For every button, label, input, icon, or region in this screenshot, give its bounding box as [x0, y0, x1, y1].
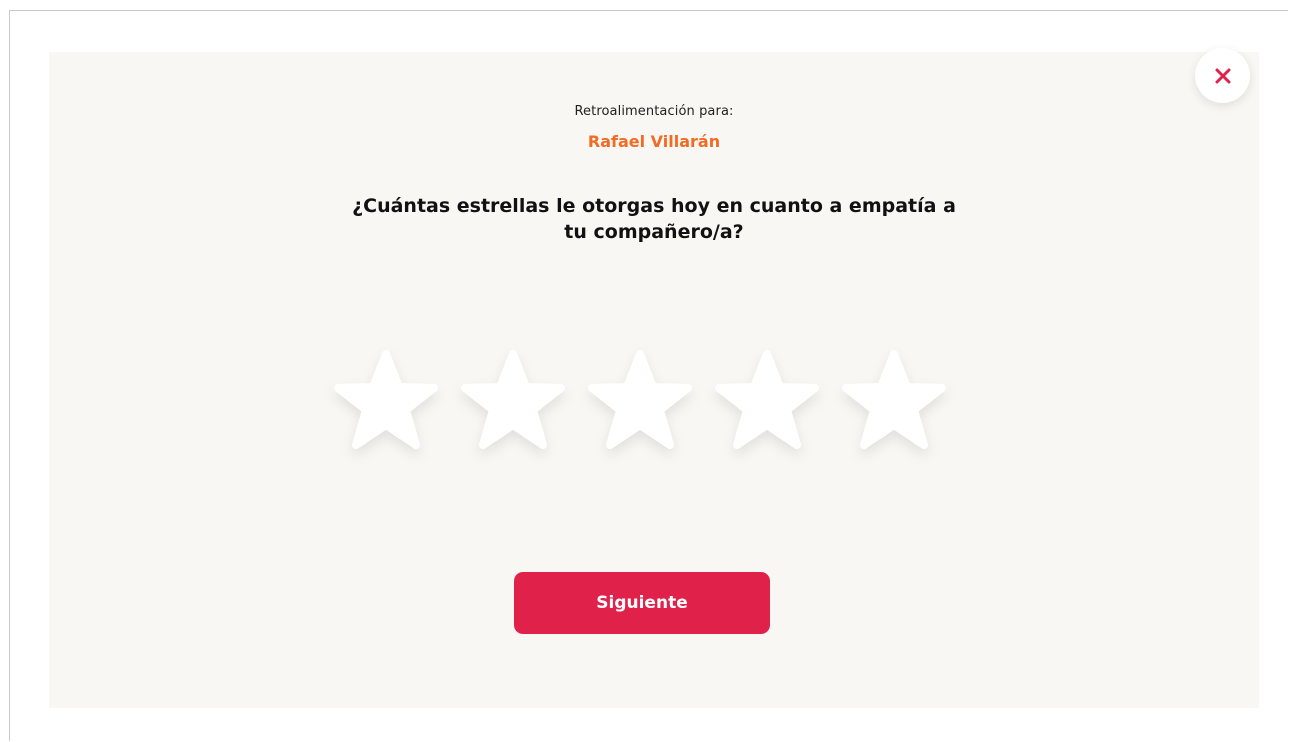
star-icon — [588, 350, 692, 449]
star-3-button[interactable] — [588, 350, 692, 450]
star-icon — [715, 350, 819, 449]
star-5-button[interactable] — [842, 350, 946, 450]
star-4-button[interactable] — [715, 350, 819, 450]
rating-question: ¿Cuántas estrellas le otorgas hoy en cua… — [352, 195, 956, 243]
star-rating — [334, 350, 954, 460]
close-button[interactable] — [1195, 48, 1250, 103]
star-icon — [334, 350, 438, 449]
star-icon — [842, 350, 946, 449]
star-icon — [461, 350, 565, 449]
feedback-subtitle: Retroalimentación para: — [574, 104, 734, 119]
recipient-name: Rafael Villarán — [587, 132, 721, 151]
close-icon — [1215, 68, 1230, 83]
star-1-button[interactable] — [334, 350, 438, 450]
star-2-button[interactable] — [461, 350, 565, 450]
next-button[interactable]: Siguiente — [514, 572, 770, 634]
